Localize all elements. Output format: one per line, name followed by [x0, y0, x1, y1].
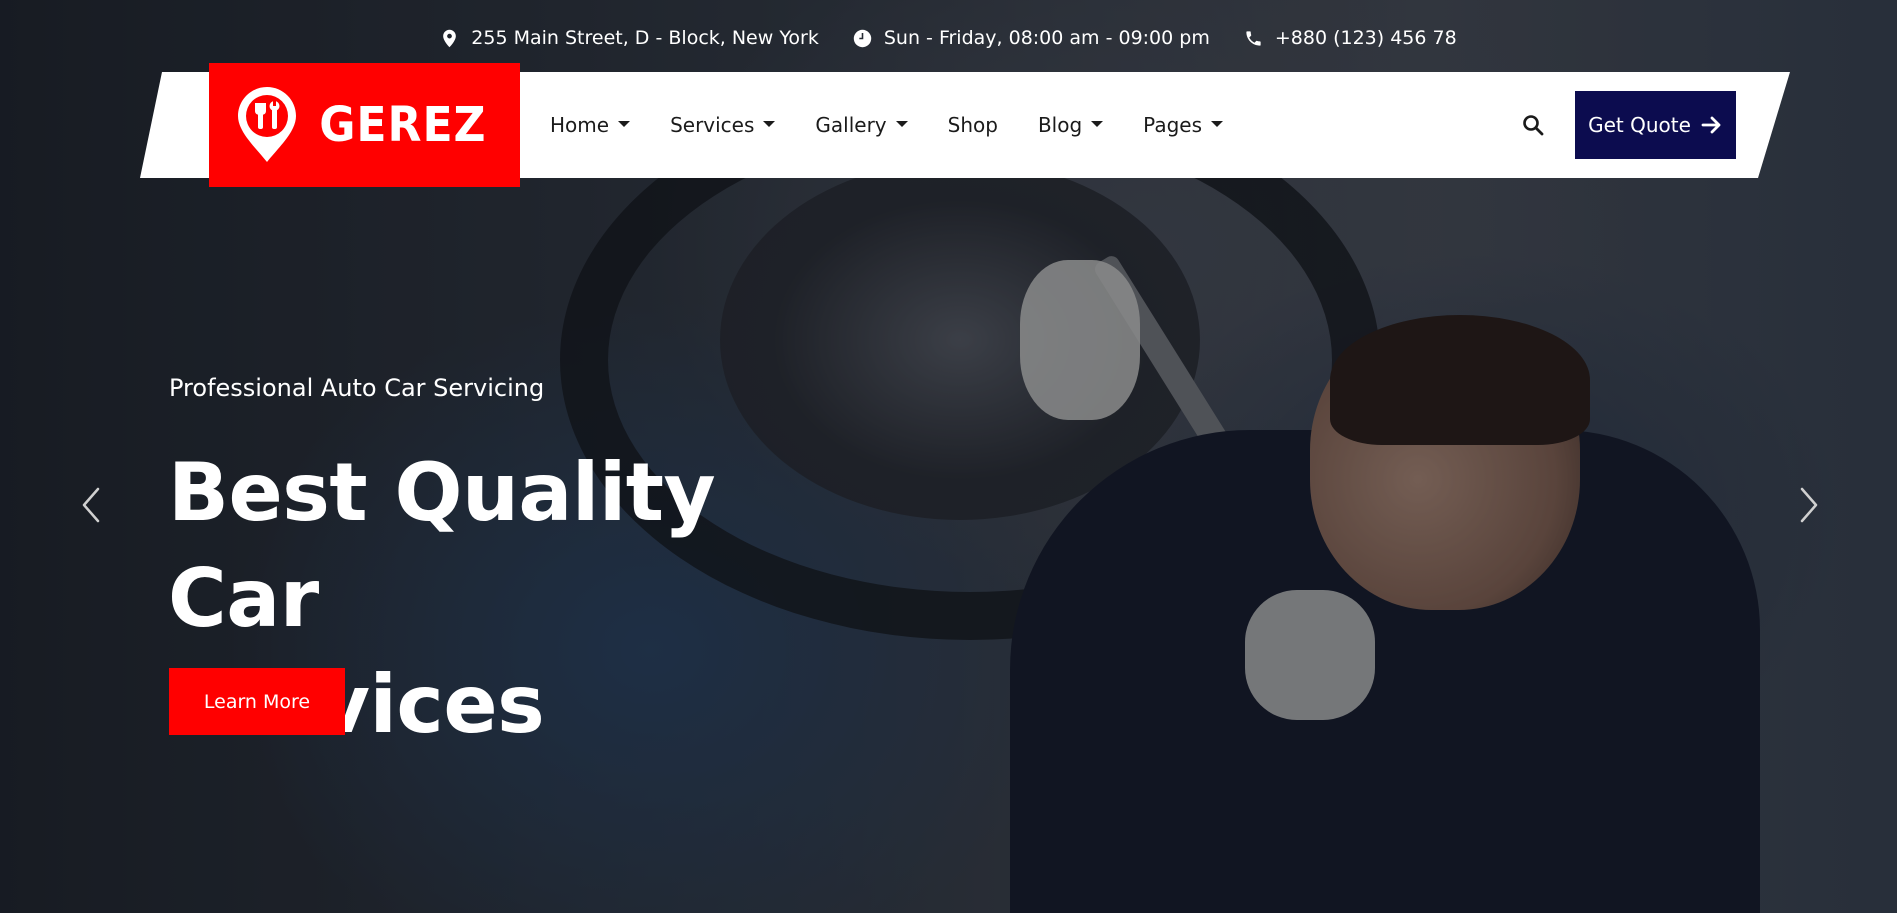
get-quote-label: Get Quote — [1588, 113, 1691, 137]
nav-item-services[interactable]: Services — [670, 113, 776, 137]
chevron-left-icon — [82, 487, 100, 523]
main-menu: Home Services Gallery Shop Blog Pages — [550, 72, 1224, 178]
caret-down-icon — [1211, 121, 1224, 127]
caret-down-icon — [763, 121, 776, 127]
address-text: 255 Main Street, D - Block, New York — [471, 27, 819, 49]
learn-more-button[interactable]: Learn More — [169, 668, 345, 735]
clock-icon — [853, 29, 872, 47]
search-icon — [1523, 115, 1544, 136]
nav-item-gallery[interactable]: Gallery — [815, 113, 908, 137]
address-info: 255 Main Street, D - Block, New York — [440, 27, 819, 49]
slider-prev-button[interactable] — [76, 485, 106, 525]
phone-text: +880 (123) 456 78 — [1274, 27, 1457, 49]
nav-item-home[interactable]: Home — [550, 113, 631, 137]
nav-item-shop[interactable]: Shop — [948, 113, 998, 137]
chevron-right-icon — [1800, 487, 1818, 523]
hours-info: Sun - Friday, 08:00 am - 09:00 pm — [853, 27, 1210, 49]
search-button[interactable] — [1521, 113, 1545, 137]
get-quote-button[interactable]: Get Quote — [1575, 91, 1736, 159]
hours-text: Sun - Friday, 08:00 am - 09:00 pm — [883, 27, 1210, 49]
nav-item-pages[interactable]: Pages — [1143, 113, 1224, 137]
nav-item-blog[interactable]: Blog — [1037, 113, 1104, 137]
nav-item-label: Pages — [1143, 113, 1203, 137]
slider-next-button[interactable] — [1794, 485, 1824, 525]
nav-item-label: Shop — [947, 113, 998, 137]
top-info-bar: 255 Main Street, D - Block, New York Sun… — [0, 22, 1897, 54]
map-pin-icon — [443, 29, 457, 47]
caret-down-icon — [1091, 121, 1104, 127]
nav-item-label: Services — [670, 113, 755, 137]
nav-item-label: Blog — [1037, 113, 1083, 137]
phone-icon — [1246, 30, 1261, 46]
hero-headline-line: Best Quality Car — [168, 446, 716, 645]
logo-pin-tools-icon — [236, 85, 298, 165]
logo-text: GEREZ — [318, 97, 487, 153]
caret-down-icon — [618, 121, 631, 127]
hero-subtitle: Professional Auto Car Servicing — [169, 374, 545, 402]
nav-item-label: Gallery — [815, 113, 887, 137]
nav-item-label: Home — [550, 113, 610, 137]
logo[interactable]: GEREZ — [209, 63, 520, 187]
arrow-right-icon — [1701, 116, 1721, 134]
phone-info[interactable]: +880 (123) 456 78 — [1244, 27, 1457, 49]
caret-down-icon — [895, 121, 908, 127]
